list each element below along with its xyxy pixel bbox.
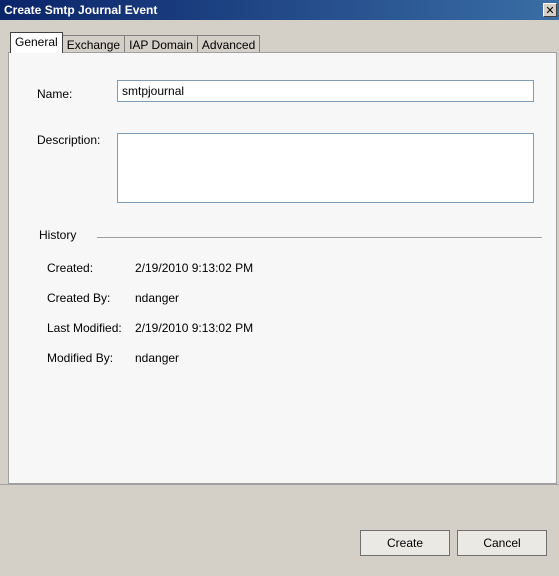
cancel-button[interactable]: Cancel xyxy=(457,530,547,556)
dialog-window: Create Smtp Journal Event ✕ General Exch… xyxy=(0,0,559,576)
general-tab-panel: Name: Description: History Created: 2/19… xyxy=(8,52,557,484)
modified-by-label: Modified By: xyxy=(47,351,114,365)
created-by-value: ndanger xyxy=(135,291,180,305)
window-title: Create Smtp Journal Event xyxy=(4,3,158,17)
tab-exchange[interactable]: Exchange xyxy=(61,35,126,53)
close-button[interactable]: ✕ xyxy=(543,3,557,17)
create-button[interactable]: Create xyxy=(360,530,450,556)
title-bar[interactable]: Create Smtp Journal Event ✕ xyxy=(0,0,559,20)
created-label: Created: xyxy=(47,261,94,275)
description-field[interactable] xyxy=(117,133,534,203)
close-icon: ✕ xyxy=(545,4,555,17)
dialog-footer: Create Cancel xyxy=(0,484,559,576)
tab-general[interactable]: General xyxy=(10,32,63,53)
modified-by-value: ndanger xyxy=(135,351,180,365)
history-section-title: History xyxy=(39,228,77,242)
name-label: Name: xyxy=(37,87,73,101)
history-divider xyxy=(97,237,542,238)
tab-iap-domain[interactable]: IAP Domain xyxy=(124,35,198,53)
last-modified-value: 2/19/2010 9:13:02 PM xyxy=(135,321,254,335)
tab-advanced[interactable]: Advanced xyxy=(196,35,261,53)
created-value: 2/19/2010 9:13:02 PM xyxy=(135,261,254,275)
name-field[interactable] xyxy=(117,80,534,102)
last-modified-label: Last Modified: xyxy=(47,321,122,335)
created-by-label: Created By: xyxy=(47,291,111,305)
description-label: Description: xyxy=(37,133,101,147)
tab-strip: General Exchange IAP Domain Advanced xyxy=(10,32,261,53)
